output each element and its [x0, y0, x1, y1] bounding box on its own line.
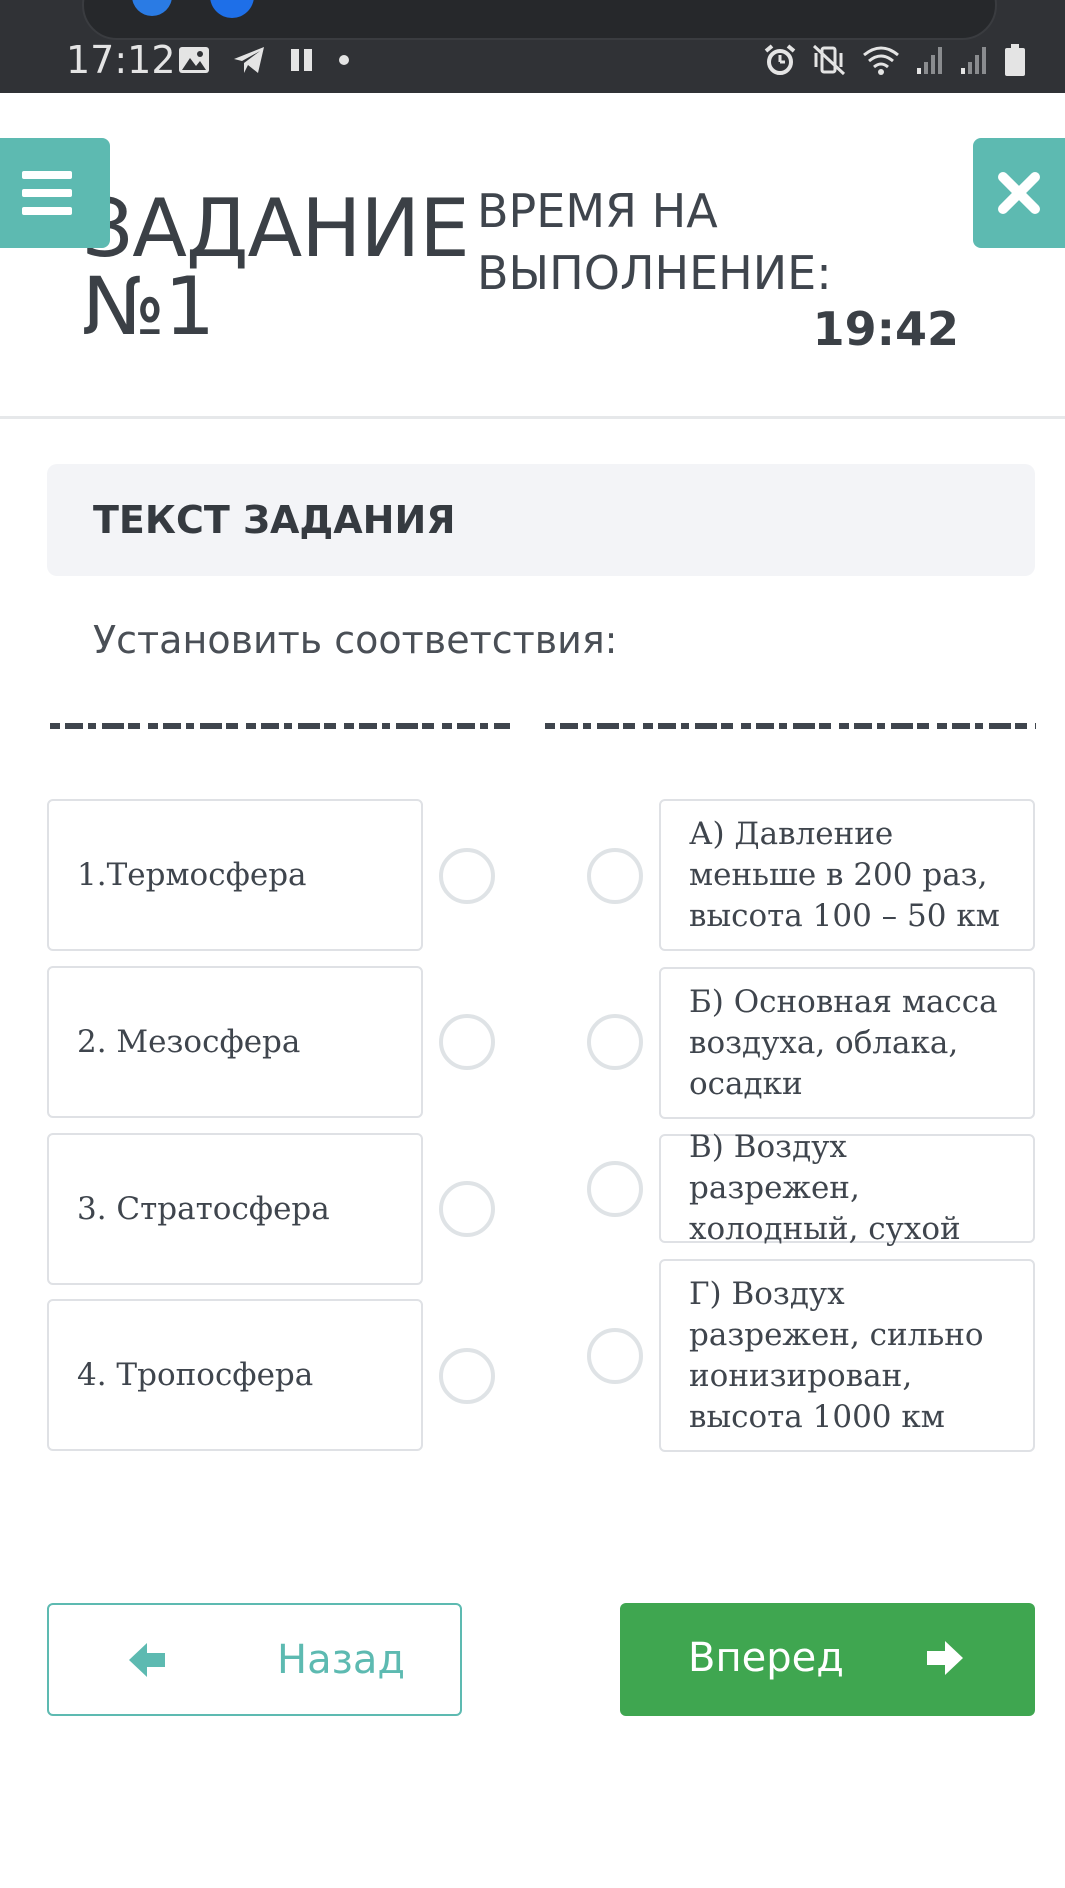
close-icon — [998, 172, 1040, 214]
right-item-b[interactable]: Б) Основная масса воздуха, облака, осадк… — [659, 967, 1035, 1119]
right-item-c[interactable]: В) Воздух разрежен, холодный, сухой — [659, 1129, 1035, 1247]
right-item-a[interactable]: А) Давление меньше в 200 раз, высота 100… — [659, 799, 1035, 951]
right-item-label: Г) Воздух разрежен, сильно ионизирован, … — [689, 1275, 984, 1435]
right-connector-c[interactable] — [587, 1161, 643, 1217]
right-connector-b[interactable] — [587, 1014, 643, 1070]
app-indicator-icon — [210, 0, 254, 18]
alarm-icon — [764, 44, 796, 75]
gallery-icon — [179, 47, 209, 73]
pause-icon — [291, 49, 312, 71]
header-divider — [0, 416, 1065, 419]
dashed-divider — [50, 723, 1036, 729]
right-item-label: А) Давление меньше в 200 раз, высота 100… — [689, 815, 1000, 934]
arrow-left-icon — [129, 1643, 165, 1677]
notification-pill — [82, 0, 997, 40]
task-title: ЗАДАНИЕ №1 — [82, 182, 470, 353]
right-item-d[interactable]: Г) Воздух разрежен, сильно ионизирован, … — [659, 1259, 1035, 1452]
wifi-icon — [863, 46, 899, 75]
back-button[interactable]: Назад — [47, 1603, 462, 1716]
left-item-3[interactable]: 3. Стратосфера — [47, 1133, 423, 1285]
left-connector-4[interactable] — [439, 1348, 495, 1404]
status-left-icons — [178, 44, 350, 76]
status-time: 17:12 — [66, 38, 176, 82]
left-item-label: 2. Мезосфера — [77, 1023, 301, 1060]
telegram-icon — [234, 47, 264, 73]
task-instruction: Установить соответствия: — [93, 618, 618, 662]
status-bar: 17:12 — [0, 0, 1065, 93]
signal-1-icon — [917, 47, 942, 74]
close-button[interactable] — [973, 138, 1065, 248]
left-item-1[interactable]: 1.Термосфера — [47, 799, 423, 951]
next-button-label: Вперед — [688, 1635, 844, 1681]
left-item-2[interactable]: 2. Мезосфера — [47, 966, 423, 1118]
left-item-label: 3. Стратосфера — [77, 1190, 330, 1227]
status-right-icons — [763, 42, 1027, 78]
time-remaining: 19:42 — [812, 302, 959, 356]
right-item-label: Б) Основная масса воздуха, облака, осадк… — [689, 983, 998, 1102]
right-item-label: В) Воздух разрежен, холодный, сухой — [689, 1129, 961, 1247]
arrow-right-icon — [927, 1641, 963, 1675]
task-text-header: ТЕКСТ ЗАДАНИЯ — [47, 464, 1035, 576]
left-connector-1[interactable] — [439, 848, 495, 904]
signal-2-icon — [961, 47, 986, 74]
left-connector-3[interactable] — [439, 1181, 495, 1237]
hamburger-icon — [22, 171, 72, 179]
time-label: ВРЕМЯ НА ВЫПОЛНЕНИЕ: — [477, 184, 832, 300]
next-button[interactable]: Вперед — [620, 1603, 1035, 1716]
left-connector-2[interactable] — [439, 1014, 495, 1070]
vibrate-mute-icon — [812, 44, 846, 76]
left-item-label: 4. Тропосфера — [77, 1356, 314, 1393]
mute-icon — [132, 0, 172, 16]
menu-button[interactable] — [0, 138, 110, 248]
left-item-label: 1.Термосфера — [77, 856, 307, 893]
battery-icon — [1005, 44, 1025, 76]
right-connector-d[interactable] — [587, 1328, 643, 1384]
right-connector-a[interactable] — [587, 848, 643, 904]
left-item-4[interactable]: 4. Тропосфера — [47, 1299, 423, 1451]
back-button-label: Назад — [277, 1637, 406, 1683]
more-notifications-icon — [339, 55, 349, 65]
